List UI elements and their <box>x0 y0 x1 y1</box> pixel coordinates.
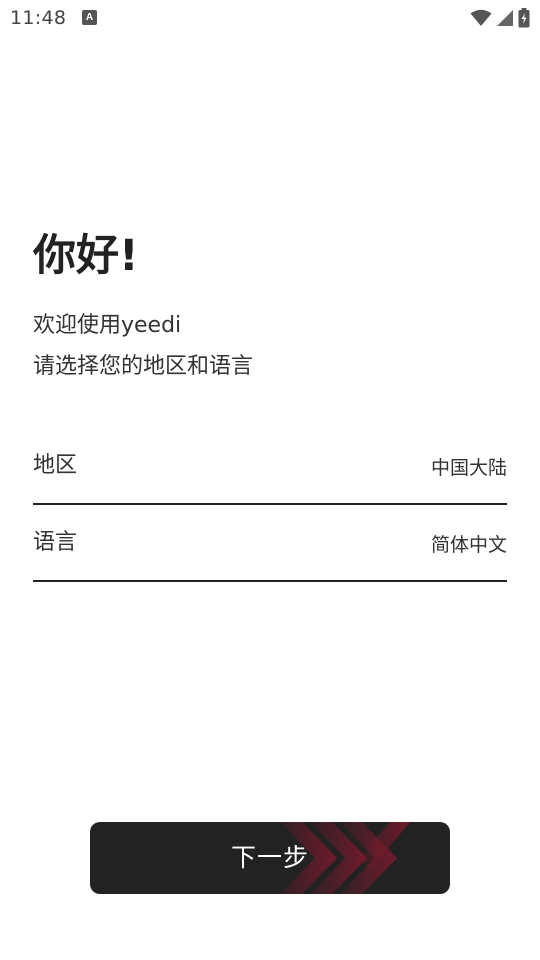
notification-a-icon: A <box>82 10 97 25</box>
status-time: 11:48 <box>10 7 67 29</box>
region-label: 地区 <box>33 453 78 478</box>
region-value: 中国大陆 <box>430 457 507 479</box>
page-title: 你好! <box>33 231 139 281</box>
status-icons <box>470 7 530 29</box>
instruction-text: 请选择您的地区和语言 <box>33 354 254 379</box>
wifi-icon <box>470 9 492 26</box>
cellular-signal-icon <box>497 10 513 26</box>
language-value: 简体中文 <box>430 534 507 556</box>
language-label: 语言 <box>33 530 78 555</box>
battery-charging-icon <box>518 8 530 28</box>
welcome-text: 欢迎使用yeedi <box>33 313 182 338</box>
language-selector[interactable]: 语言 简体中文 <box>33 520 507 582</box>
next-button[interactable]: 下一步 <box>90 822 450 894</box>
status-bar: 11:48 A <box>0 0 540 36</box>
next-button-label: 下一步 <box>230 843 309 872</box>
region-selector[interactable]: 地区 中国大陆 <box>33 443 507 505</box>
